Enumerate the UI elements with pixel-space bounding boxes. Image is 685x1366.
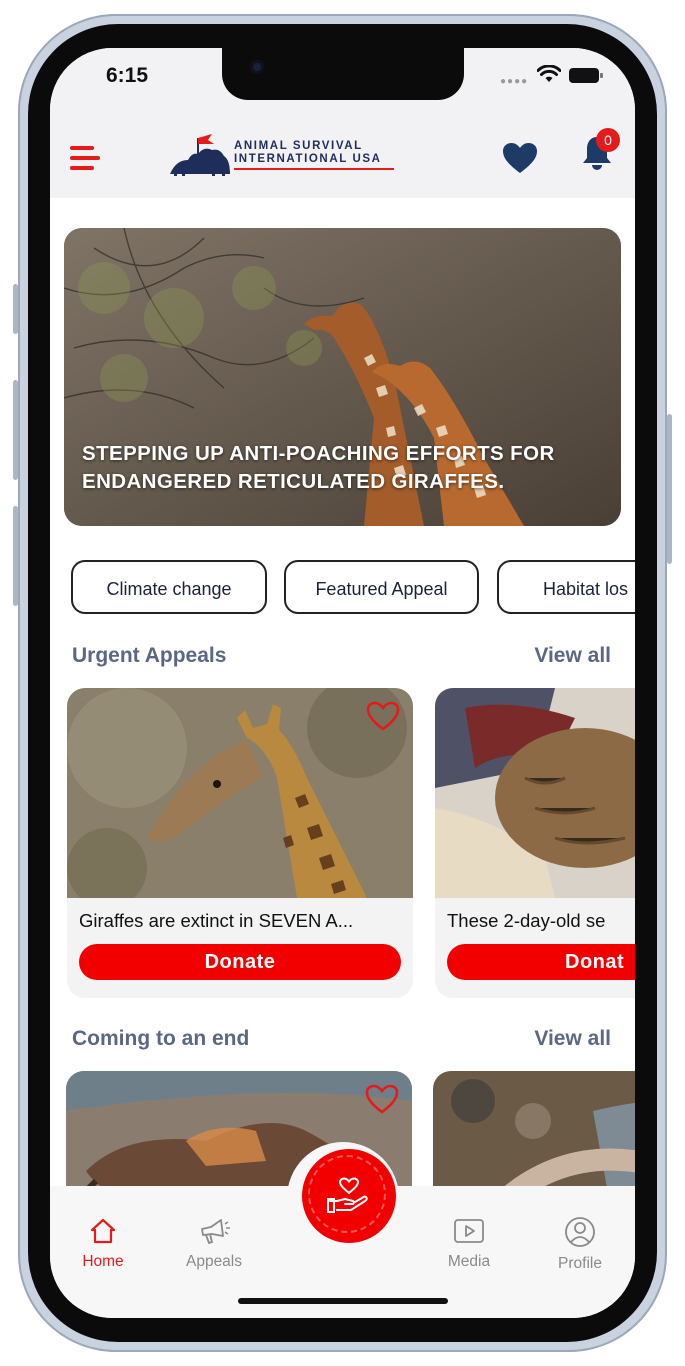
logo-underline [234, 168, 394, 170]
status-bar: 6:15 ●●●● [50, 48, 635, 104]
category-habitat-loss[interactable]: Habitat los [497, 560, 635, 614]
favorites-heart-icon[interactable] [502, 142, 538, 174]
cellular-signal-icon: ●●●● [500, 76, 529, 87]
profile-icon [565, 1217, 595, 1247]
notch [222, 48, 464, 100]
appeal-card-title: Giraffes are extinct in SEVEN A... [79, 910, 354, 931]
power-button [667, 414, 672, 564]
coming-to-an-end-title: Coming to an end [72, 1027, 250, 1050]
app-header: ANIMAL SURVIVAL INTERNATIONAL USA 0 [50, 104, 635, 198]
category-featured-appeal[interactable]: Featured Appeal [284, 560, 479, 614]
tab-appeals[interactable]: Appeals [169, 1216, 259, 1271]
menu-icon[interactable] [70, 144, 102, 172]
front-camera [250, 60, 264, 74]
megaphone-icon [201, 1219, 230, 1245]
wifi-icon [537, 65, 561, 82]
hero-caption: STEPPING UP ANTI-POACHING EFFORTS FOR EN… [82, 442, 555, 493]
favorite-heart-outline-icon[interactable] [364, 1083, 400, 1115]
volume-up-button [13, 380, 18, 480]
donate-fab-button[interactable] [302, 1149, 396, 1243]
logo-line-1: ANIMAL SURVIVAL [234, 140, 363, 152]
battery-icon [569, 68, 603, 83]
appeal-card[interactable]: These 2-day-old se Donat [435, 688, 635, 998]
play-icon [454, 1219, 484, 1243]
category-filter-row: Climate change Featured Appeal Habitat l… [71, 560, 635, 618]
app-screen: 6:15 ●●●● ANIMAL SURVIVAL INTERNATIONAL … [50, 48, 635, 1318]
mute-switch [13, 284, 18, 334]
tab-appeals-label: Appeals [185, 1253, 242, 1270]
giraffe-photo [67, 688, 413, 898]
brand-logo[interactable]: ANIMAL SURVIVAL INTERNATIONAL USA [168, 130, 398, 178]
wildcat-kitten-photo [435, 688, 635, 898]
volume-down-button [13, 506, 18, 606]
notification-badge: 0 [596, 128, 620, 152]
tab-profile[interactable]: Profile [535, 1216, 625, 1273]
donate-hand-heart-icon [327, 1177, 368, 1213]
home-icon [90, 1218, 116, 1244]
coming-to-an-end-view-all[interactable]: View all [534, 1027, 611, 1051]
logo-line-2: INTERNATIONAL USA [234, 153, 382, 165]
appeal-card[interactable]: Giraffes are extinct in SEVEN A... Donat… [67, 688, 413, 998]
appeal-card-title: These 2-day-old se [447, 910, 606, 931]
logo-text: ANIMAL SURVIVAL INTERNATIONAL USA [234, 140, 382, 166]
urgent-appeals-title: Urgent Appeals [72, 644, 227, 667]
donate-button[interactable]: Donate [79, 944, 401, 980]
favorite-heart-outline-icon[interactable] [365, 700, 401, 732]
home-indicator [238, 1298, 448, 1304]
donate-button[interactable]: Donat [447, 944, 635, 980]
urgent-appeals-view-all[interactable]: View all [534, 644, 611, 668]
status-time: 6:15 [106, 64, 149, 87]
tab-media-label: Media [447, 1253, 491, 1270]
tab-home-label: Home [82, 1253, 124, 1270]
category-climate-change[interactable]: Climate change [71, 560, 267, 614]
tab-home[interactable]: Home [58, 1216, 148, 1271]
tab-media[interactable]: Media [424, 1216, 514, 1271]
tab-profile-label: Profile [558, 1255, 602, 1272]
hero-banner[interactable]: STEPPING UP ANTI-POACHING EFFORTS FOR EN… [64, 228, 621, 526]
logo-animals-icon [170, 134, 230, 176]
